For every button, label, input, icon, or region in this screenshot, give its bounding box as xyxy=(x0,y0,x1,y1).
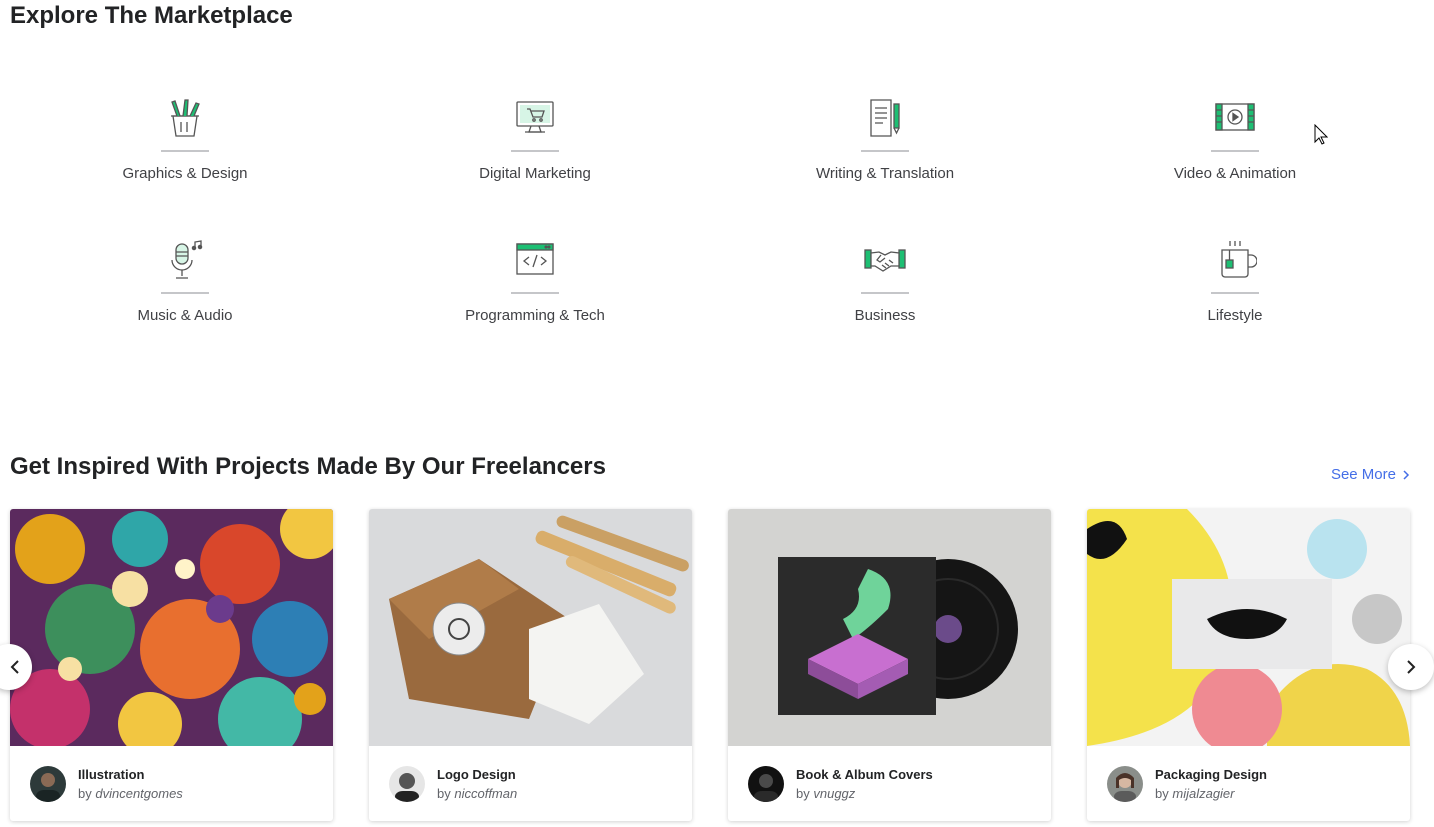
project-author: by mijalzagier xyxy=(1155,785,1235,801)
film-play-icon xyxy=(1212,95,1258,141)
category-label: Programming & Tech xyxy=(465,307,605,324)
project-card-packaging-design[interactable]: Packaging Design by mijalzagier xyxy=(1087,509,1410,821)
project-title: Packaging Design xyxy=(1155,766,1267,782)
category-label: Business xyxy=(854,307,916,324)
project-card-book-album-covers[interactable]: Book & Album Covers by vnuggz xyxy=(728,509,1051,821)
project-image xyxy=(1087,509,1410,746)
avatar xyxy=(748,765,784,802)
browser-code-icon xyxy=(512,237,558,283)
category-music-audio[interactable]: Music & Audio xyxy=(10,237,360,337)
carousel-next-button[interactable] xyxy=(1388,644,1434,690)
divider xyxy=(511,150,559,152)
mug-icon xyxy=(1212,237,1258,283)
category-lifestyle[interactable]: Lifestyle xyxy=(1060,237,1410,337)
avatar xyxy=(389,765,425,802)
project-title: Book & Album Covers xyxy=(796,766,933,782)
category-label: Music & Audio xyxy=(137,307,233,324)
category-label: Digital Marketing xyxy=(479,165,591,182)
chevron-right-icon xyxy=(1403,469,1410,480)
category-business[interactable]: Business xyxy=(710,237,1060,337)
project-title: Illustration xyxy=(78,766,145,782)
microphone-note-icon xyxy=(162,237,208,283)
project-title: Logo Design xyxy=(437,766,516,782)
mouse-cursor-icon xyxy=(1314,124,1328,145)
document-pen-icon xyxy=(862,95,908,141)
category-graphics-design[interactable]: Graphics & Design xyxy=(10,95,360,195)
see-more-link[interactable]: See More xyxy=(1331,466,1410,483)
project-author: by vnuggz xyxy=(796,785,856,801)
pencil-cup-icon xyxy=(162,95,208,141)
category-writing-translation[interactable]: Writing & Translation xyxy=(710,95,1060,195)
divider xyxy=(861,150,909,152)
project-image xyxy=(10,509,333,746)
category-video-animation[interactable]: Video & Animation xyxy=(1060,95,1410,195)
project-author: by dvincentgomes xyxy=(78,785,183,801)
divider xyxy=(161,150,209,152)
marketplace-title: Explore The Marketplace xyxy=(10,2,293,29)
see-more-label: See More xyxy=(1330,466,1396,483)
category-programming-tech[interactable]: Programming & Tech xyxy=(360,237,710,337)
avatar xyxy=(30,765,66,802)
avatar xyxy=(1107,765,1143,802)
project-card-logo-design[interactable]: Logo Design by niccoffman xyxy=(369,509,692,821)
project-image xyxy=(369,509,692,746)
divider xyxy=(861,292,909,294)
category-label: Writing & Translation xyxy=(815,165,955,182)
project-card-illustration[interactable]: Illustration by dvincentgomes xyxy=(10,509,333,821)
chevron-left-icon xyxy=(10,660,19,674)
divider xyxy=(511,292,559,294)
handshake-icon xyxy=(862,237,908,283)
project-author: by niccoffman xyxy=(437,785,518,801)
divider xyxy=(161,292,209,294)
monitor-cart-icon xyxy=(512,95,558,141)
chevron-right-icon xyxy=(1407,660,1416,674)
category-label: Video & Animation xyxy=(1173,165,1297,182)
category-label: Lifestyle xyxy=(1207,307,1263,324)
project-image xyxy=(728,509,1051,746)
category-digital-marketing[interactable]: Digital Marketing xyxy=(360,95,710,195)
inspired-title: Get Inspired With Projects Made By Our F… xyxy=(10,453,606,480)
project-carousel: Illustration by dvincentgomes Logo Desig… xyxy=(10,509,1411,821)
category-label: Graphics & Design xyxy=(122,165,248,182)
divider xyxy=(1211,150,1259,152)
divider xyxy=(1211,292,1259,294)
